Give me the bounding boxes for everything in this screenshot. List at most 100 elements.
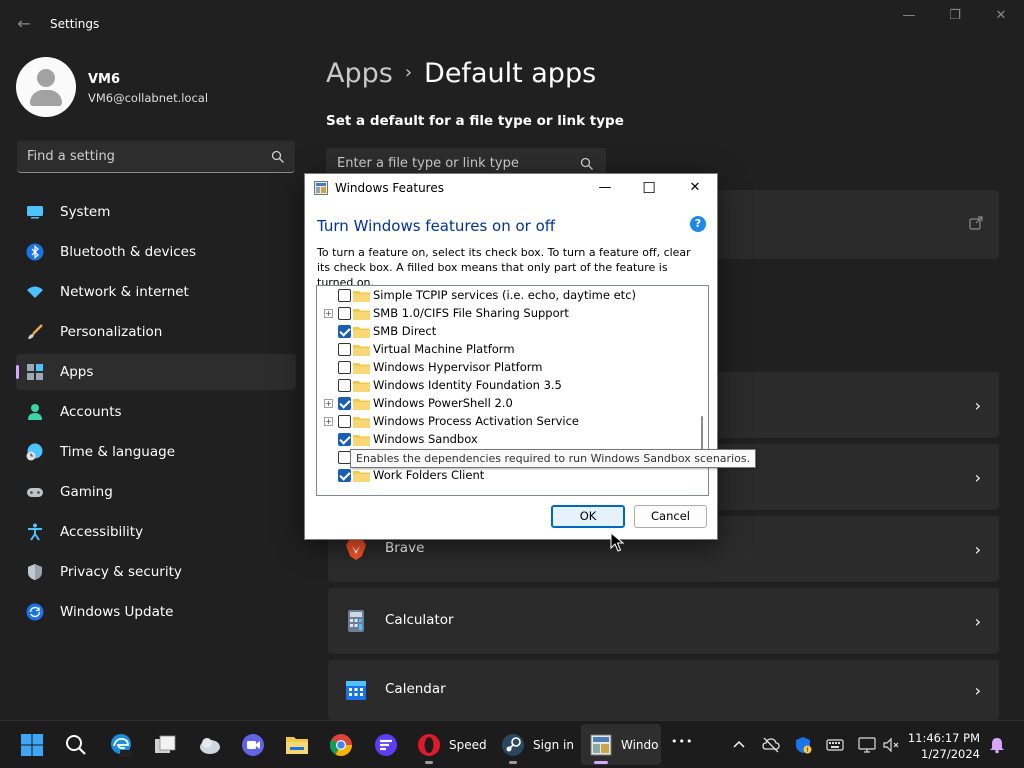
app-card-calendar[interactable]: Calendar ›	[328, 660, 999, 720]
accessibility-icon	[28, 523, 42, 541]
expand-icon[interactable]: +	[324, 399, 333, 408]
edge-preview-icon[interactable]	[109, 733, 133, 757]
feature-label: Virtual Machine Platform	[373, 342, 515, 356]
dialog-title: Windows Features	[335, 181, 444, 195]
search-placeholder: Find a setting	[27, 149, 115, 164]
feature-checkbox[interactable]	[338, 469, 351, 482]
taskbar-app-windows-features[interactable]: Windo	[581, 724, 661, 765]
feature-row[interactable]: Windows Identity Foundation 3.5	[317, 376, 697, 394]
clock-date[interactable]: 1/27/2024	[921, 747, 980, 761]
feature-label: Windows Identity Foundation 3.5	[373, 378, 562, 392]
expand-icon[interactable]: +	[324, 309, 333, 318]
ok-button[interactable]: OK	[551, 505, 625, 528]
feature-row[interactable]: Work Folders Client	[317, 466, 697, 484]
sidebar-item-system[interactable]: System	[16, 194, 296, 230]
feature-checkbox[interactable]	[338, 397, 351, 410]
page-title: Default apps	[424, 58, 597, 89]
maximize-button[interactable]: ❐	[942, 8, 968, 26]
file-type-placeholder: Enter a file type or link type	[337, 156, 519, 171]
app-launcher-icon[interactable]	[374, 733, 398, 757]
title-bar: ← Settings — ❐ ✕	[0, 0, 1024, 48]
chevron-right-icon: ›	[974, 468, 981, 487]
feature-row[interactable]: Windows Sandbox	[317, 430, 697, 448]
folder-icon	[353, 345, 370, 356]
feature-row[interactable]: Virtual Machine Platform	[317, 340, 697, 358]
defender-shield-icon[interactable]: !	[794, 736, 812, 754]
sidebar-item-bluetooth[interactable]: Bluetooth & devices	[16, 234, 296, 270]
update-icon	[26, 603, 44, 621]
feature-checkbox[interactable]	[338, 361, 351, 374]
steam-icon	[502, 734, 524, 756]
app-card-calculator[interactable]: Calculator ›	[328, 588, 999, 654]
help-icon[interactable]: ?	[690, 216, 706, 232]
minimize-button[interactable]: —	[896, 8, 922, 26]
chrome-icon[interactable]	[329, 733, 353, 757]
cancel-button[interactable]: Cancel	[634, 505, 707, 528]
feature-checkbox[interactable]	[338, 343, 351, 356]
sidebar-item-time-language[interactable]: Time & language	[16, 434, 296, 470]
sidebar-item-privacy[interactable]: Privacy & security	[16, 554, 296, 590]
feature-checkbox[interactable]	[338, 307, 351, 320]
chevron-right-icon: ›	[974, 681, 981, 700]
folder-icon	[353, 381, 370, 392]
clock-time[interactable]: 11:46:17 PM	[908, 731, 980, 745]
feature-checkbox[interactable]	[338, 379, 351, 392]
notification-bell-icon[interactable]	[988, 736, 1006, 754]
feature-label: Simple TCPIP services (i.e. echo, daytim…	[373, 288, 637, 302]
search-input[interactable]: Find a setting	[17, 141, 295, 173]
breadcrumb-apps[interactable]: Apps	[326, 58, 393, 89]
sidebar-item-label: Accessibility	[60, 524, 144, 540]
sidebar-item-label: Bluetooth & devices	[60, 244, 197, 260]
sidebar-item-accounts[interactable]: Accounts	[16, 394, 296, 430]
start-icon[interactable]	[20, 733, 44, 757]
task-view-icon[interactable]	[153, 733, 177, 757]
dialog-maximize-button[interactable]: ☐	[637, 179, 661, 197]
breadcrumb: Apps › Default apps	[326, 58, 596, 89]
taskbar-app-steam[interactable]: Sign in t	[493, 724, 575, 765]
user-name: VM6	[88, 72, 121, 87]
feature-checkbox[interactable]	[338, 415, 351, 428]
taskbar-app-label: Speed D	[449, 738, 489, 752]
sidebar-item-windows-update[interactable]: Windows Update	[16, 594, 296, 630]
feature-checkbox[interactable]	[338, 433, 351, 446]
chevron-up-icon[interactable]	[730, 736, 748, 754]
keyboard-icon[interactable]	[826, 736, 844, 754]
meet-icon[interactable]	[241, 733, 265, 757]
taskbar: Speed D Sign in t Windo ••• ! 11:46:17 P…	[0, 720, 1024, 768]
search-icon[interactable]	[64, 733, 88, 757]
weather-icon[interactable]	[198, 733, 222, 757]
sidebar-item-network[interactable]: Network & internet	[16, 274, 296, 310]
more-apps-icon[interactable]: •••	[671, 735, 693, 748]
dialog-close-button[interactable]: ✕	[683, 179, 707, 197]
display-icon[interactable]	[858, 736, 876, 754]
expand-icon[interactable]: +	[324, 417, 333, 426]
feature-row[interactable]: SMB Direct	[317, 322, 697, 340]
search-icon	[271, 150, 284, 163]
windows-features-icon	[590, 734, 612, 756]
sidebar-item-apps[interactable]: Apps	[16, 354, 296, 390]
feature-row[interactable]: Windows Hypervisor Platform	[317, 358, 697, 376]
feature-row[interactable]: + SMB 1.0/CIFS File Sharing Support	[317, 304, 697, 322]
sidebar-item-gaming[interactable]: Gaming	[16, 474, 296, 510]
avatar[interactable]	[16, 57, 76, 117]
feature-label: Windows PowerShell 2.0	[373, 396, 513, 410]
bluetooth-icon	[26, 243, 44, 261]
sidebar-item-label: System	[60, 204, 111, 220]
calculator-icon	[348, 610, 364, 632]
folder-icon	[353, 327, 370, 338]
feature-row[interactable]: + Windows Process Activation Service	[317, 412, 697, 430]
feature-row[interactable]: Simple TCPIP services (i.e. echo, daytim…	[317, 286, 697, 304]
dialog-title-bar[interactable]: Windows Features — ☐ ✕	[305, 174, 717, 202]
taskbar-app-opera[interactable]: Speed D	[409, 724, 491, 765]
sidebar-item-personalization[interactable]: Personalization	[16, 314, 296, 350]
file-explorer-icon[interactable]	[285, 733, 309, 757]
speaker-muted-icon[interactable]	[882, 736, 900, 754]
feature-checkbox[interactable]	[338, 289, 351, 302]
dialog-minimize-button[interactable]: —	[593, 179, 617, 197]
cloud-offline-icon[interactable]	[762, 736, 780, 754]
sidebar-item-accessibility[interactable]: Accessibility	[16, 514, 296, 550]
back-button[interactable]: ←	[14, 14, 34, 34]
feature-checkbox[interactable]	[338, 325, 351, 338]
feature-row[interactable]: + Windows PowerShell 2.0	[317, 394, 697, 412]
close-button[interactable]: ✕	[988, 8, 1014, 26]
